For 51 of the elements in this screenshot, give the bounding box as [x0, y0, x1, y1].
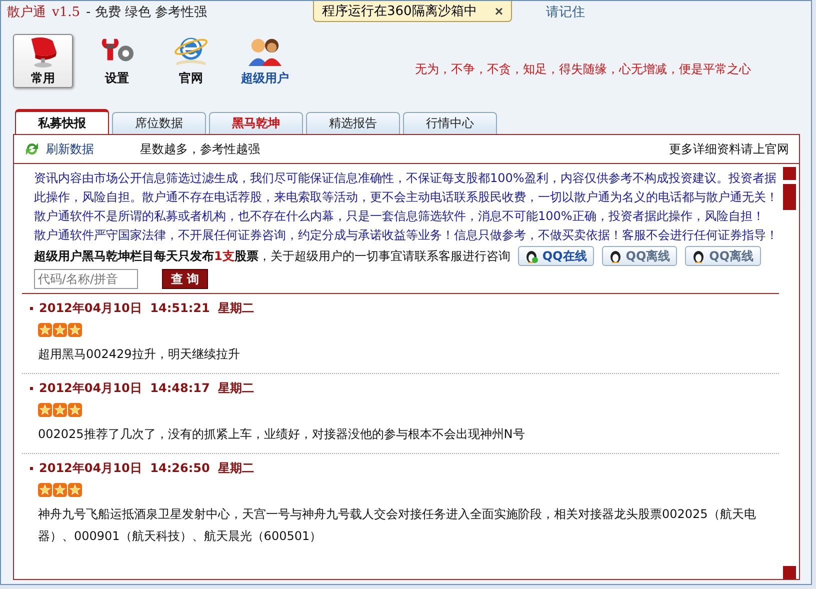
star-icon	[68, 323, 82, 337]
star-icon	[53, 403, 67, 417]
disclaimer-text: 散户通软件严守国家法律，不开展任何证券咨询，约定分成与承诺收益等业务！信息只做参考，不做买卖依据！客服不会进行任何证券指导！	[34, 227, 779, 244]
tab[interactable]: 精选报告	[306, 112, 400, 134]
sandbox-notice-text: 程序运行在360隔离沙箱中	[322, 3, 477, 20]
news-text: 神舟九号飞船运抵酒泉卫星发射中心，天宫一号与神舟九号载人交会对接任务进入全面实施阶段，相关对接器龙头股票002025（航天电器）、000901（航天科技）、航天晨光（600501）	[38, 506, 757, 545]
app-version: v1.5	[52, 4, 80, 20]
refresh-icon	[24, 141, 40, 157]
refresh-link[interactable]: 刷新数据	[24, 140, 94, 158]
app-name: 散户通	[7, 4, 46, 21]
star-icon	[53, 323, 67, 337]
penguin-icon	[608, 249, 622, 263]
toolbar-button[interactable]: 官网	[161, 34, 221, 88]
super-user-text: 超级用户黑马乾坤栏目每天只发布1支股票，关于超级用户的一切事宜请联系客服进行咨询	[34, 248, 510, 264]
penguin-icon	[525, 249, 538, 263]
star-icon	[38, 483, 52, 497]
news-text: 002025推荐了几次了，没有的抓紧上车，业绩好，对接器没他的参与根本不会出现神州N号	[38, 426, 526, 443]
bullet-icon	[30, 467, 33, 470]
scrollbar-thumb[interactable]	[783, 184, 796, 210]
star-icon	[38, 403, 52, 417]
motto-text: 无为，不争，不贪，知足，得失随缘，心无增减，便是平常之心	[415, 60, 751, 78]
hint-text: 星数越多，参考性越强	[140, 140, 260, 158]
disclaimer-text: 资讯内容由市场公开信息筛选过滤生成，我们尽可能保证信息准确性，不保证每支股都100%盈利，内容仅供参考不构成投资建议。投资者据此操作，风险自担。散户通不存在电话荐股，来电索取等活动，更不会主动电话联系股民收费，一切以散户通为名义的电话都与散户通无关！	[34, 170, 779, 206]
bullet-icon	[30, 387, 33, 390]
qq-button[interactable]: QQ离线	[685, 246, 761, 266]
star-icon	[68, 483, 82, 497]
tab[interactable]: 私募快报	[15, 109, 109, 134]
tab[interactable]: 黑马乾坤	[209, 112, 303, 134]
toolbar-button[interactable]: 常用	[13, 34, 73, 88]
news-date: 2012年04月10日 14:48:17 星期二	[39, 380, 254, 397]
search-field[interactable]: 代码/名称/拼音	[34, 269, 138, 289]
toolbar-button[interactable]: 设置	[87, 34, 147, 88]
qq-button[interactable]: QQ离线	[602, 246, 678, 266]
qq-button[interactable]: QQ在线	[518, 246, 594, 266]
search-button[interactable]: 查 询	[162, 269, 208, 289]
news-date: 2012年04月10日 14:51:21 星期二	[39, 300, 254, 317]
toolbar-button[interactable]: 超级用户	[235, 34, 295, 88]
penguin-icon	[692, 249, 706, 263]
news-date: 2012年04月10日 14:26:50 星期二	[39, 460, 254, 477]
tab[interactable]: 席位数据	[112, 112, 206, 134]
star-icon	[38, 323, 52, 337]
close-button[interactable]: ×	[494, 3, 504, 19]
star-icon	[53, 483, 67, 497]
tab[interactable]: 行情中心	[403, 112, 497, 134]
app-tagline: - 免费 绿色 参考性强	[86, 4, 208, 21]
disclaimer-text: 散户通软件不是所谓的私募或者机构，也不存在什么内幕，只是一套信息筛选软件，消息不可能100%正确，投资者据此操作，风险自担！	[34, 208, 766, 225]
bullet-icon	[30, 307, 33, 310]
header-text: 请记住	[546, 4, 585, 21]
website-hint-text: 更多详细资料请上官网	[669, 140, 789, 158]
news-text: 超用黑马002429拉升，明天继续拉升	[38, 346, 241, 363]
star-icon	[68, 403, 82, 417]
